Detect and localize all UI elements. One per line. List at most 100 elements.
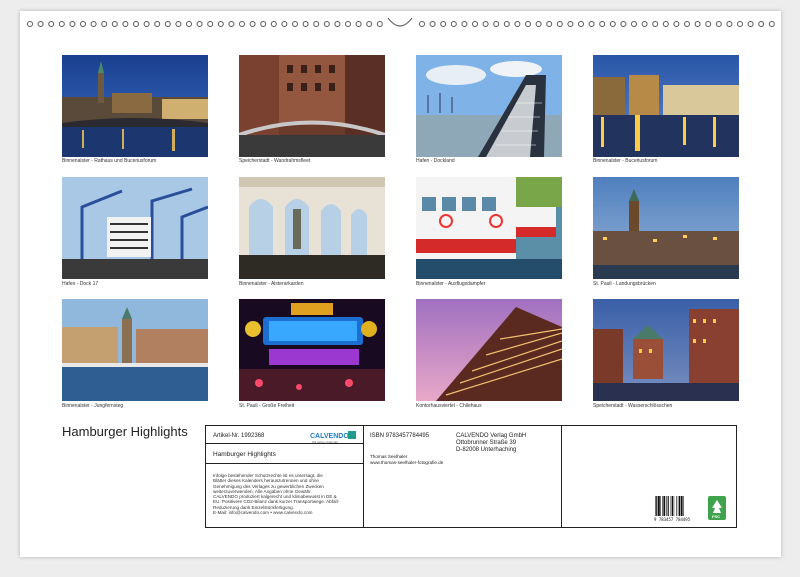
photo-alsterarkaden: [239, 177, 385, 279]
spiral-hole: [69, 21, 76, 27]
barcode-bar: [677, 496, 679, 516]
spiral-hole: [143, 21, 150, 27]
spiral-hole: [503, 21, 510, 27]
photo-dock17: [62, 177, 208, 279]
barcode-bar: [658, 496, 660, 516]
spiral-hole: [186, 21, 192, 27]
spiral-hole: [270, 21, 277, 27]
spiral-hole: [673, 21, 680, 27]
spiral-hole: [355, 21, 362, 27]
spiral-hole: [345, 21, 351, 27]
photo-caption: Binnenalster - Ausflugsdampfer: [416, 281, 486, 287]
photo-caption: Kontorhausviertel - Chilehaus: [416, 403, 482, 409]
barcode-bar: [673, 496, 675, 516]
spiral-hole: [323, 21, 330, 27]
photo-wandrahmsfleet: [239, 55, 385, 157]
photo-landungsbruecken: [593, 177, 739, 279]
spiral-hole: [620, 21, 627, 27]
barcode-bar: [656, 496, 658, 516]
spiral-hole: [313, 21, 320, 27]
spiral-hole: [260, 21, 267, 27]
spiral-hole: [599, 21, 606, 27]
spiral-hole: [164, 21, 171, 27]
barcode-bar: [680, 496, 683, 516]
spiral-hole: [419, 21, 425, 27]
spiral-hole: [726, 21, 733, 27]
spiral-hole: [366, 21, 373, 27]
barcode-icon: 9 783457 784495: [654, 496, 691, 522]
barcode-bar: [655, 496, 656, 516]
spiral-hole: [122, 21, 129, 27]
spiral-hole: [217, 21, 224, 27]
photo-rathaus: [62, 55, 208, 157]
photo-caption: Speicherstadt - Wasserschlösschen: [593, 403, 673, 409]
spiral-hole: [111, 21, 118, 27]
publisher-city: D-82008 Unterhaching: [456, 447, 517, 453]
spiral-hole: [737, 21, 743, 27]
barcode-bar: [679, 496, 681, 516]
spiral-hole: [133, 21, 139, 27]
spiral-hole: [228, 21, 235, 27]
spiral-hole: [652, 21, 659, 27]
photo-ausflugsdampfer: [416, 177, 562, 279]
spiral-hole: [493, 21, 500, 27]
photo-caption: Binnenalster - Alsterarkarden: [239, 281, 304, 287]
barcode-bar: [667, 496, 669, 516]
spiral-hole: [641, 21, 648, 27]
spiral-hole: [535, 21, 542, 27]
spiral-hole: [376, 21, 383, 27]
photo-caption: Speicherstadt - Wandrahmsfleet: [239, 158, 311, 164]
spiral-hole: [768, 21, 775, 27]
spiral-hole: [429, 21, 436, 27]
spiral-hole: [662, 21, 669, 27]
spiral-hole: [37, 21, 44, 27]
svg-text:CALVENDO: CALVENDO: [310, 433, 349, 440]
spiral-hole: [758, 21, 765, 27]
spiral-hole: [48, 21, 55, 27]
spiral-hole: [588, 21, 595, 27]
spiral-hole: [609, 21, 616, 27]
barcode-bar: [670, 496, 672, 516]
spiral-hole: [747, 21, 754, 27]
spiral-hole: [567, 21, 574, 27]
spiral-hole: [440, 21, 447, 27]
spiral-hole: [705, 21, 712, 27]
spiral-hole: [694, 21, 701, 27]
barcode-bar: [666, 496, 667, 516]
spiral-hole: [684, 21, 690, 27]
spiral-hole: [461, 21, 468, 27]
photo-jungfernstieg: [62, 299, 208, 401]
photo-wasserschloesschen: [593, 299, 739, 401]
spiral-hole: [334, 21, 341, 27]
photo-grosse-freiheit: [239, 299, 385, 401]
spiral-hole: [525, 21, 531, 27]
spiral-hole: [578, 21, 584, 27]
photo-chilehaus: [416, 299, 562, 401]
spiral-hole: [292, 21, 298, 27]
publisher-street: Ottobrunner Straße 39: [456, 440, 517, 446]
spiral-hole: [514, 21, 521, 27]
spiral-hole: [27, 21, 33, 27]
spiral-hole: [450, 21, 457, 27]
photo-caption: Binnenalster - Jungfernsteg: [62, 403, 124, 409]
photo-caption: St. Pauli - Große Freiheit: [239, 403, 295, 409]
spiral-hole: [101, 21, 108, 27]
spiral-hole: [90, 21, 97, 27]
publisher-name: CALVENDO Verlag GmbH: [456, 433, 527, 439]
spiral-hole: [58, 21, 65, 27]
photographer-url: www.thomas-seelhaler-fotografie.de: [370, 460, 444, 465]
spiral-binding: [27, 17, 775, 27]
spiral-hole: [302, 21, 309, 27]
photo-dockland: [416, 55, 562, 157]
spiral-hole: [239, 21, 245, 27]
spiral-hole: [715, 21, 722, 27]
spiral-hole: [556, 21, 563, 27]
isbn: ISBN 9783457784495: [370, 433, 430, 439]
barcode-bar: [660, 496, 661, 516]
spiral-hole: [80, 21, 86, 27]
barcode-bar: [671, 496, 673, 516]
photo-caption: Hafen - Dock 17: [62, 281, 99, 287]
svg-text:9 783457 784495: 9 783457 784495: [654, 517, 691, 522]
spiral-hole: [631, 21, 637, 27]
spiral-hole: [249, 21, 256, 27]
